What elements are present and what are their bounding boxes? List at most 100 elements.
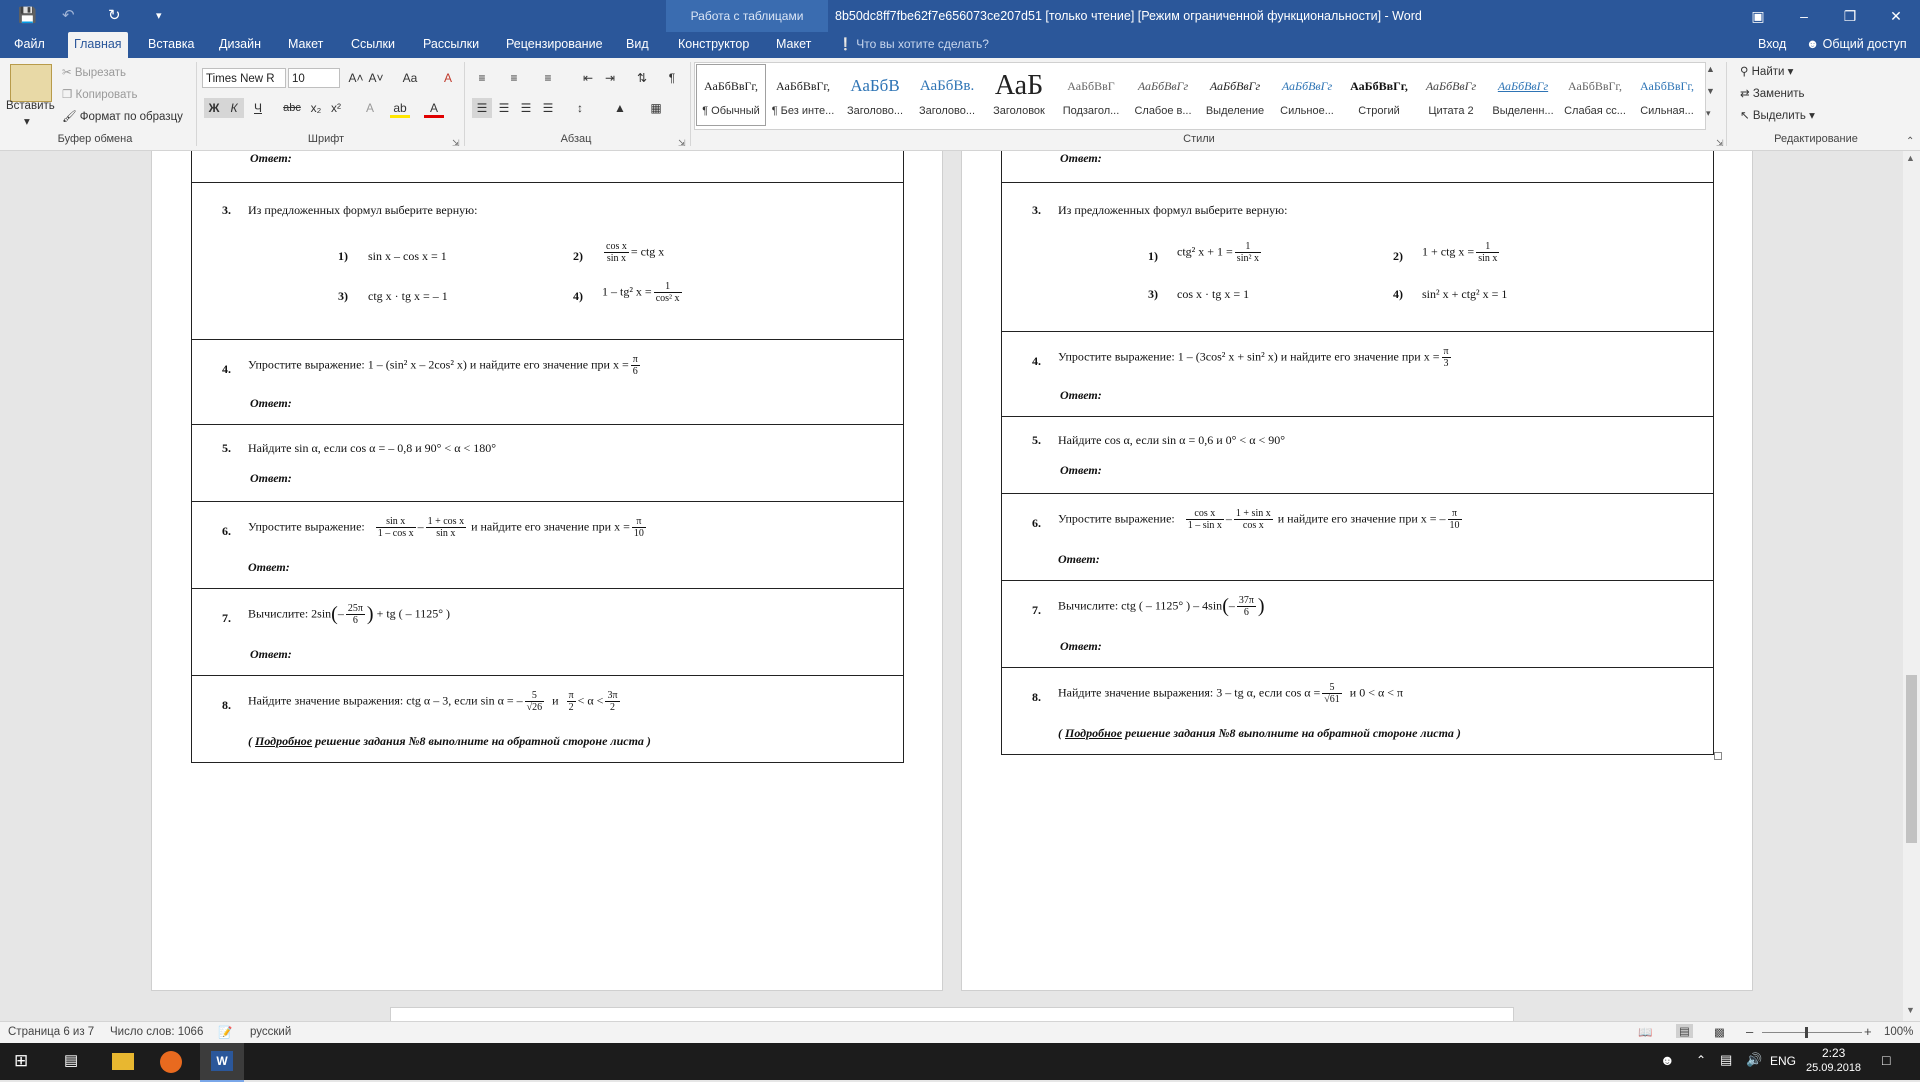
file-explorer-icon[interactable]: [112, 1053, 134, 1070]
strikethrough-button[interactable]: abc: [280, 98, 304, 118]
people-icon[interactable]: ☻: [1660, 1052, 1675, 1068]
tab-constructor[interactable]: Конструктор: [672, 32, 755, 58]
tab-design[interactable]: Дизайн: [213, 32, 267, 58]
style-item[interactable]: АаБбВвГг Выделение: [1199, 63, 1271, 127]
tell-me-search[interactable]: ❕ Что вы хотите сделать?: [838, 32, 989, 56]
tab-insert[interactable]: Вставка: [142, 32, 200, 58]
tab-layout[interactable]: Макет: [282, 32, 329, 58]
tab-home[interactable]: Главная: [68, 32, 128, 58]
gallery-more-icon[interactable]: ▾: [1706, 108, 1711, 119]
notifications-icon[interactable]: □: [1882, 1052, 1890, 1068]
paste-dropdown-icon[interactable]: ▾: [24, 114, 30, 128]
zoom-out-icon[interactable]: –: [1746, 1024, 1753, 1039]
scroll-down-icon[interactable]: ▼: [1906, 1005, 1915, 1015]
page-indicator[interactable]: Страница 6 из 7: [8, 1026, 94, 1038]
justify-icon[interactable]: ☰: [538, 98, 558, 118]
decrease-indent-icon[interactable]: ⇤: [578, 68, 598, 88]
task-cell-3[interactable]: 3. Из предложенных формул выберите верну…: [191, 182, 904, 340]
style-item[interactable]: АаБбВвГг Слабое в...: [1127, 63, 1199, 127]
text-effects-button[interactable]: A: [360, 98, 380, 118]
input-language[interactable]: ENG: [1770, 1054, 1796, 1068]
superscript-button[interactable]: x²: [326, 98, 346, 118]
firefox-icon[interactable]: [160, 1051, 182, 1073]
align-right-icon[interactable]: ☰: [516, 98, 536, 118]
network-icon[interactable]: ▤: [1720, 1052, 1732, 1068]
task-cell-5[interactable]: 5. Найдите cos α, если sin α = 0,6 и 0° …: [1001, 416, 1714, 494]
task-cell-8[interactable]: 8. Найдите значение выражения: 3 – tg α,…: [1001, 667, 1714, 755]
style-item[interactable]: АаБбВвГг Выделенн...: [1487, 63, 1559, 127]
style-item[interactable]: АаБбВвГг, Слабая сс...: [1559, 63, 1631, 127]
task-cell-8[interactable]: 8. Найдите значение выражения: ctg α – 3…: [191, 675, 904, 763]
undo-icon[interactable]: ↶: [62, 6, 75, 24]
increase-indent-icon[interactable]: ⇥: [600, 68, 620, 88]
customize-qa-icon[interactable]: ▾: [156, 9, 162, 22]
tab-view[interactable]: Вид: [620, 32, 655, 58]
change-case-button[interactable]: Aa: [396, 68, 424, 88]
dialog-launcher-icon[interactable]: ⇲: [1716, 138, 1724, 149]
redo-icon[interactable]: ↻: [108, 6, 121, 24]
style-item[interactable]: АаБбВвГг Сильное...: [1271, 63, 1343, 127]
tab-table-layout[interactable]: Макет: [770, 32, 817, 58]
share-button[interactable]: ☻ Общий доступ: [1800, 32, 1913, 58]
copy-button[interactable]: ❐ Копировать: [62, 87, 137, 101]
language-indicator[interactable]: русский: [250, 1026, 291, 1038]
select-button[interactable]: ↖ Выделить ▾: [1740, 108, 1815, 122]
style-item[interactable]: АаБбВ Заголово...: [839, 63, 911, 127]
format-painter-button[interactable]: 🖌 Формат по образцу: [62, 109, 183, 123]
web-layout-icon[interactable]: ▩: [1714, 1025, 1725, 1039]
task-cell-7[interactable]: 7. Вычислите: ctg ( – 1125° ) – 4sin(– 37…: [1001, 580, 1714, 668]
replace-button[interactable]: ⇄ Заменить: [1740, 86, 1805, 100]
tab-mailings[interactable]: Рассылки: [417, 32, 485, 58]
tab-review[interactable]: Рецензирование: [500, 32, 609, 58]
zoom-in-icon[interactable]: +: [1864, 1024, 1872, 1039]
read-mode-icon[interactable]: 📖: [1638, 1025, 1652, 1039]
dialog-launcher-icon[interactable]: ⇲: [678, 138, 686, 149]
task-cell-6[interactable]: 6. Упростите выражение: sin x1 – cos x –1…: [191, 501, 904, 589]
show-marks-icon[interactable]: ¶: [662, 68, 682, 88]
font-size-select[interactable]: 10: [288, 68, 340, 88]
paste-button[interactable]: Вставить: [6, 100, 55, 112]
clock-time[interactable]: 2:23: [1822, 1046, 1845, 1060]
task-cell-7[interactable]: 7. Вычислите: 2sin(– 25π 6) + tg ( – 1125°…: [191, 588, 904, 676]
print-layout-icon[interactable]: ▤: [1676, 1024, 1693, 1038]
find-button[interactable]: ⚲ Найти ▾: [1740, 64, 1793, 78]
gallery-down-icon[interactable]: ▼: [1706, 86, 1715, 96]
clock-date[interactable]: 25.09.2018: [1806, 1062, 1861, 1074]
style-item[interactable]: АаБбВвГ Подзагол...: [1055, 63, 1127, 127]
borders-icon[interactable]: ▦: [646, 98, 666, 118]
zoom-slider-thumb[interactable]: [1805, 1027, 1808, 1038]
proofing-icon[interactable]: 📝: [218, 1025, 232, 1039]
task-cell-3[interactable]: 3. Из предложенных формул выберите верну…: [1001, 182, 1714, 332]
multilevel-list-icon[interactable]: ≡: [538, 68, 558, 88]
shading-icon[interactable]: ▲: [610, 98, 630, 118]
style-item[interactable]: АаБ Заголовок: [983, 63, 1055, 127]
highlight-button[interactable]: ab: [390, 98, 410, 118]
grow-font-button[interactable]: A˄: [346, 68, 366, 88]
style-item[interactable]: АаБбВвГг, Строгий: [1343, 63, 1415, 127]
bullets-icon[interactable]: ≡: [472, 68, 492, 88]
shrink-font-button[interactable]: A˅: [366, 68, 386, 88]
maximize-button[interactable]: ❐: [1827, 0, 1873, 32]
scroll-up-icon[interactable]: ▲: [1906, 153, 1915, 163]
tray-expand-icon[interactable]: ⌃: [1696, 1053, 1706, 1067]
vertical-scrollbar[interactable]: ▲ ▼: [1903, 151, 1920, 1021]
style-item[interactable]: АаБбВвГг Цитата 2: [1415, 63, 1487, 127]
collapse-ribbon-icon[interactable]: ⌃: [1906, 136, 1914, 147]
word-taskbar-button[interactable]: W: [200, 1043, 244, 1082]
windows-start-icon[interactable]: ⊞: [14, 1051, 28, 1071]
tab-file[interactable]: Файл: [8, 32, 51, 58]
zoom-slider[interactable]: [1762, 1032, 1862, 1033]
task-cell-4[interactable]: 4. Упростите выражение: 1 – (3cos² x + s…: [1001, 331, 1714, 417]
ribbon-display-options-icon[interactable]: ▣: [1735, 0, 1781, 32]
dialog-launcher-icon[interactable]: ⇲: [452, 138, 460, 149]
align-center-icon[interactable]: ☰: [494, 98, 514, 118]
numbering-icon[interactable]: ≡: [504, 68, 524, 88]
sort-icon[interactable]: ⇅: [632, 68, 652, 88]
style-item[interactable]: АаБбВвГг, Сильная...: [1631, 63, 1703, 127]
align-left-icon[interactable]: ☰: [472, 98, 492, 118]
zoom-level[interactable]: 100%: [1884, 1026, 1913, 1038]
style-item[interactable]: АаБбВв. Заголово...: [911, 63, 983, 127]
scroll-thumb[interactable]: [1906, 675, 1917, 843]
sign-in-link[interactable]: Вход: [1752, 32, 1792, 58]
table-resize-handle[interactable]: [1714, 752, 1722, 760]
